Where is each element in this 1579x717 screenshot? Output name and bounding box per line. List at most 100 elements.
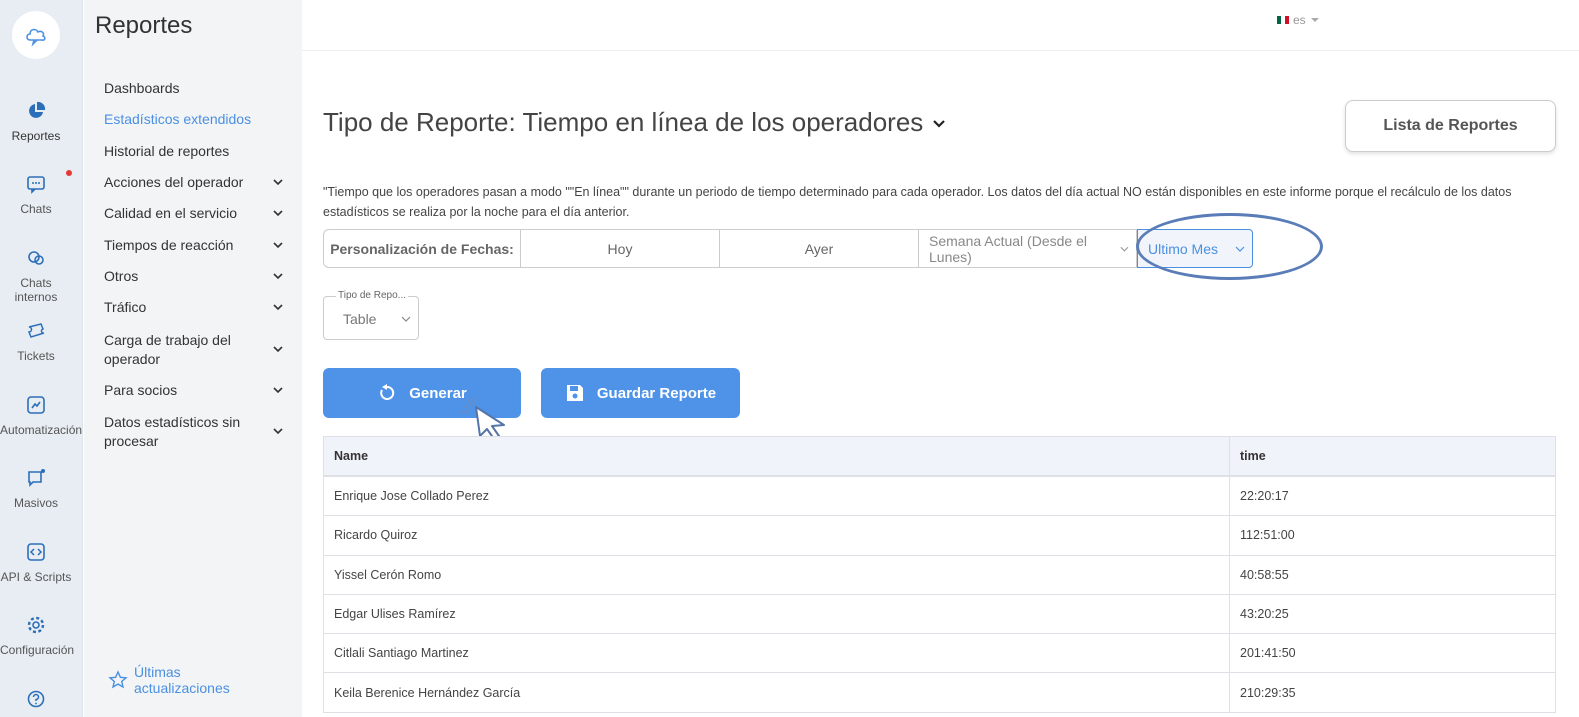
chevron-down-icon — [273, 428, 283, 435]
rail-item-chats[interactable]: Chats — [0, 174, 72, 216]
table-row: Citlali Santiago Martinez 201:41:50 — [323, 634, 1556, 674]
sidebar-item-carga-trabajo[interactable]: Carga de trabajo del operador — [104, 331, 283, 369]
cell-time: 22:20:17 — [1230, 477, 1556, 516]
rail-label: Automatización — [0, 423, 83, 437]
chevron-down-icon — [933, 119, 946, 128]
cell-time: 201:41:50 — [1230, 634, 1556, 673]
table-row: Enrique Jose Collado Perez 22:20:17 — [323, 477, 1556, 517]
highlight-ellipse — [1136, 213, 1323, 280]
mexico-flag-icon — [1277, 16, 1289, 24]
table-row: Yissel Cerón Romo 40:58:55 — [323, 555, 1556, 595]
cell-time: 112:51:00 — [1230, 516, 1556, 555]
report-type-select[interactable]: Tipo de Repo... Table — [323, 290, 419, 340]
rail-item-automatizacion[interactable]: Automatización — [0, 395, 82, 437]
table-row: Keila Berenice Hernández García 210:29:3… — [323, 673, 1556, 713]
header-name[interactable]: Name — [323, 437, 1230, 475]
cell-name: Citlali Santiago Martinez — [323, 634, 1230, 673]
save-report-button[interactable]: Guardar Reporte — [541, 368, 740, 418]
app-logo-icon[interactable] — [12, 11, 60, 59]
rail-item-chats-internos[interactable]: Chats internos — [0, 248, 72, 304]
sidebar-item-calidad[interactable]: Calidad en el servicio — [104, 205, 290, 221]
sidebar-item-tiempos-reaccion[interactable]: Tiempos de reacción — [104, 237, 290, 253]
broadcast-icon — [28, 469, 45, 487]
page-title: Tipo de Reporte: Tiempo en línea de los … — [323, 107, 924, 137]
rail-item-reportes[interactable]: Reportes — [0, 101, 72, 143]
rail-label: Masivos — [13, 496, 58, 510]
cell-time: 43:20:25 — [1230, 594, 1556, 634]
rail-label: Tickets — [17, 349, 55, 363]
chevron-down-icon — [1120, 246, 1129, 252]
rail-label: Reportes — [11, 129, 61, 143]
internal-chats-icon — [28, 251, 44, 265]
latest-updates-link[interactable]: Últimas actualizaciones — [108, 664, 244, 696]
gear-icon — [27, 616, 45, 634]
sidebar-item-label: Acciones del operador — [104, 174, 244, 190]
rail-item-tickets[interactable]: Tickets — [0, 321, 72, 363]
latest-updates-label: Últimas actualizaciones — [134, 664, 230, 696]
automation-icon — [27, 396, 45, 414]
sidebar-item-label: Carga de trabajo del operador — [104, 332, 231, 367]
language-code: es — [1293, 13, 1306, 27]
rail-item-configuracion[interactable]: Configuración — [0, 615, 75, 657]
generate-label: Generar — [409, 384, 467, 402]
refresh-icon — [380, 384, 395, 400]
report-type-legend: Tipo de Repo... — [336, 290, 409, 301]
language-selector[interactable]: es — [1277, 13, 1320, 27]
sidebar-item-dashboards[interactable]: Dashboards — [104, 80, 290, 96]
sidebar-item-label: Datos estadísticos sin procesar — [104, 414, 241, 449]
caret-down-icon — [1310, 18, 1319, 22]
rail-label: Chats internos — [14, 276, 58, 304]
mouse-cursor-icon — [462, 397, 505, 439]
date-yesterday-button[interactable]: Ayer — [720, 229, 919, 268]
rail-label: Configuración — [0, 643, 75, 657]
notification-dot — [66, 170, 72, 176]
rail-item-masivos[interactable]: Masivos — [0, 468, 72, 510]
report-type-value: Table — [343, 311, 377, 327]
chevron-down-icon — [273, 304, 283, 311]
table-header: Name time — [323, 436, 1556, 477]
rail-label: Chats — [20, 202, 52, 216]
sidebar-item-historial[interactable]: Historial de reportes — [104, 143, 290, 159]
sidebar-item-label: Historial de reportes — [104, 143, 230, 159]
sidebar-item-label: Calidad en el servicio — [104, 205, 238, 221]
date-today-button[interactable]: Hoy — [521, 229, 720, 268]
rail-item-api-scripts[interactable]: API & Scripts — [0, 542, 72, 584]
rail-item-help[interactable] — [0, 689, 72, 717]
save-icon — [566, 385, 583, 401]
chevron-down-icon — [273, 242, 283, 249]
chevron-down-icon — [273, 273, 283, 280]
cell-time: 40:58:55 — [1230, 555, 1556, 594]
sidebar-item-label: Tiempos de reacción — [104, 237, 234, 253]
cell-name: Yissel Cerón Romo — [323, 555, 1230, 594]
sidebar-item-label: Estadísticos extendidos — [104, 111, 252, 127]
date-week-label: Semana Actual (Desde el Lunes) — [929, 232, 1087, 265]
table-row: Ricardo Quiroz 112:51:00 — [323, 516, 1556, 556]
save-report-label: Guardar Reporte — [596, 384, 717, 402]
cell-name: Keila Berenice Hernández García — [323, 673, 1230, 712]
chevron-down-icon — [401, 316, 411, 322]
sidebar-item-datos-sin-procesar[interactable]: Datos estadísticos sin procesar — [104, 413, 283, 451]
header-time[interactable]: time — [1230, 437, 1556, 475]
report-table: Name time Enrique Jose Collado Perez 22:… — [323, 436, 1556, 713]
sidebar-item-para-socios[interactable]: Para socios — [104, 382, 290, 398]
code-icon — [27, 543, 45, 561]
date-week-select[interactable]: Semana Actual (Desde el Lunes) — [919, 229, 1137, 268]
top-bar — [302, 0, 1579, 51]
report-type-title[interactable]: Tipo de Reporte: Tiempo en línea de los … — [323, 107, 947, 138]
date-presets-label: Personalización de Fechas: — [323, 229, 521, 268]
table-row: Edgar Ulises Ramírez 43:20:25 — [323, 594, 1556, 635]
cell-name: Edgar Ulises Ramírez — [323, 594, 1230, 634]
report-list-button[interactable]: Lista de Reportes — [1345, 100, 1556, 152]
rail-label: API & Scripts — [0, 570, 72, 584]
sidebar-item-label: Tráfico — [104, 299, 147, 315]
sidebar-item-acciones-operador[interactable]: Acciones del operador — [104, 174, 290, 190]
cell-time: 210:29:35 — [1230, 673, 1556, 712]
sidebar-item-otros[interactable]: Otros — [104, 268, 290, 284]
sidebar-item-trafico[interactable]: Tráfico — [104, 299, 290, 315]
report-description: "Tiempo que los operadores pasan a modo … — [323, 185, 1512, 219]
sidebar-item-label: Otros — [104, 268, 139, 284]
cell-name: Enrique Jose Collado Perez — [323, 477, 1230, 516]
help-icon — [27, 690, 45, 708]
sidebar-item-estadisticos-extendidos[interactable]: Estadísticos extendidos — [104, 111, 290, 127]
date-presets: Personalización de Fechas: Hoy Ayer Sema… — [323, 229, 1253, 268]
